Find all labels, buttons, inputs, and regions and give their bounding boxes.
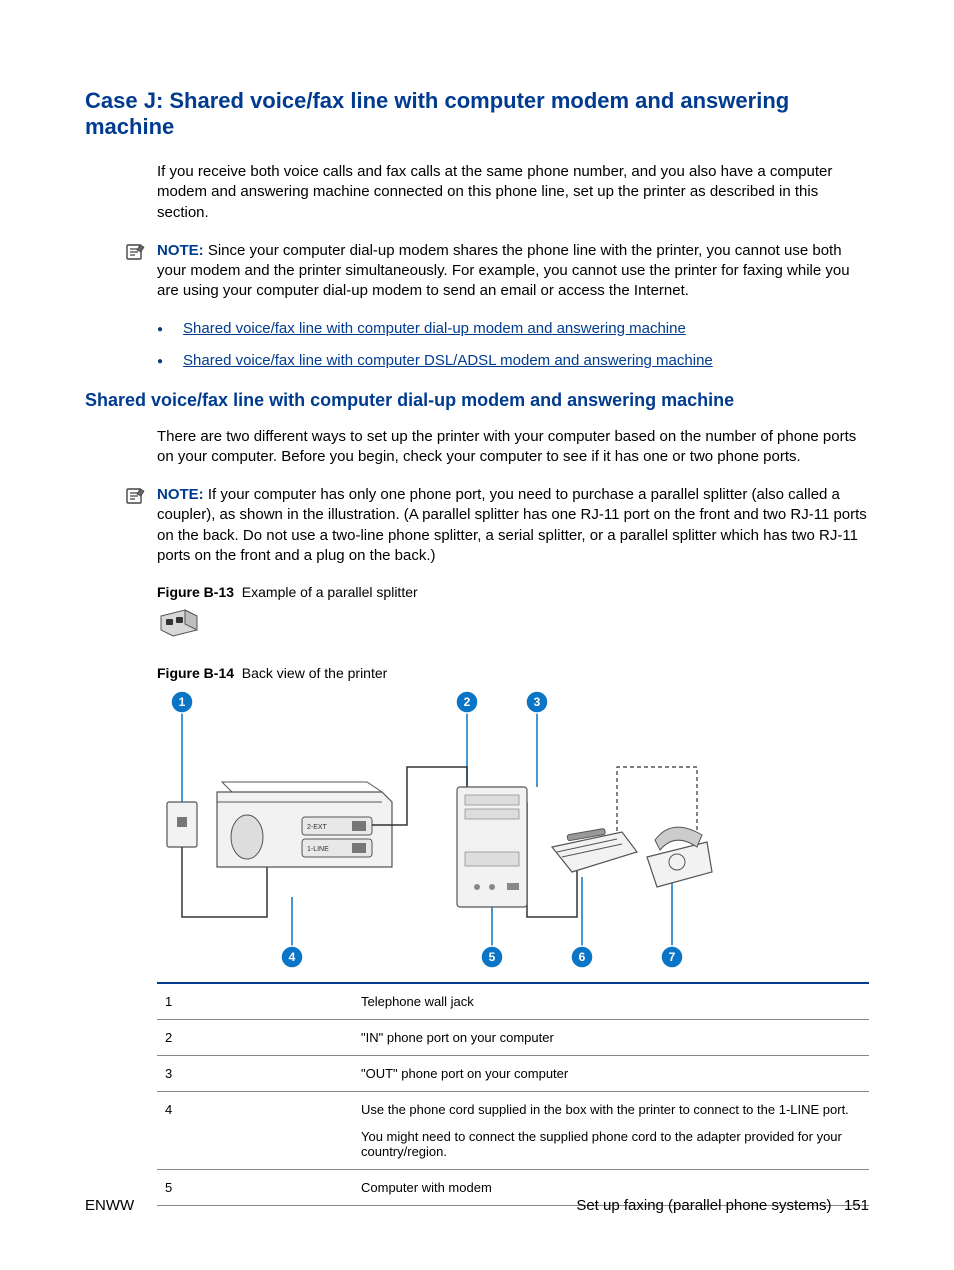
footer-left: ENWW [85,1197,134,1214]
callout-5: 5 [481,946,503,968]
legend-desc: Telephone wall jack [353,983,869,1020]
callout-2: 2 [456,691,478,713]
legend-desc: Use the phone cord supplied in the box w… [353,1092,869,1170]
callout-3: 3 [526,691,548,713]
callout-6: 6 [571,946,593,968]
note-label: NOTE: [157,486,204,503]
legend-num: 4 [157,1092,353,1170]
legend-num: 3 [157,1056,353,1092]
note-icon [125,485,149,566]
note-text: If your computer has only one phone port… [157,486,867,564]
printer-back-diagram: 2-EXT 1-LINE [157,687,869,982]
legend-table: 1 Telephone wall jack 2 "IN" phone port … [157,982,869,1206]
figure-label: Figure B-14 [157,665,234,681]
svg-text:5: 5 [489,950,496,964]
figure-text: Example of a parallel splitter [242,584,418,600]
legend-num: 2 [157,1020,353,1056]
figure-13-caption: Figure B-13 Example of a parallel splitt… [157,584,869,600]
footer-right: Set up faxing (parallel phone systems) 1… [576,1197,869,1214]
page-title: Case J: Shared voice/fax line with compu… [85,88,869,140]
page-footer: ENWW Set up faxing (parallel phone syste… [85,1197,869,1214]
link-dsl[interactable]: Shared voice/fax line with computer DSL/… [183,352,713,369]
link-list: Shared voice/fax line with computer dial… [85,320,869,372]
svg-text:2-EXT: 2-EXT [307,824,328,831]
table-row: 4 Use the phone cord supplied in the box… [157,1092,869,1170]
note-icon [125,241,149,302]
svg-text:7: 7 [669,950,676,964]
legend-desc: "OUT" phone port on your computer [353,1056,869,1092]
svg-text:1: 1 [179,695,186,709]
figure-label: Figure B-13 [157,584,234,600]
svg-text:1-LINE: 1-LINE [307,846,329,853]
figure-14-caption: Figure B-14 Back view of the printer [157,665,869,681]
callout-4: 4 [281,946,303,968]
list-item: Shared voice/fax line with computer dial… [157,320,869,340]
svg-text:2: 2 [464,695,471,709]
note-label: NOTE: [157,242,204,259]
table-row: 1 Telephone wall jack [157,983,869,1020]
intro-paragraph: If you receive both voice calls and fax … [85,162,869,223]
callout-1: 1 [171,691,193,713]
callout-7: 7 [661,946,683,968]
link-dialup[interactable]: Shared voice/fax line with computer dial… [183,320,686,337]
note-text: Since your computer dial-up modem shares… [157,242,850,300]
table-row: 3 "OUT" phone port on your computer [157,1056,869,1092]
list-item: Shared voice/fax line with computer DSL/… [157,352,869,372]
sub-intro-paragraph: There are two different ways to set up t… [85,427,869,468]
legend-desc: "IN" phone port on your computer [353,1020,869,1056]
figure-text: Back view of the printer [242,665,388,681]
table-row: 2 "IN" phone port on your computer [157,1020,869,1056]
note-block-2: NOTE: If your computer has only one phon… [85,485,869,566]
svg-text:6: 6 [579,950,586,964]
subheading: Shared voice/fax line with computer dial… [85,390,869,411]
svg-text:3: 3 [534,695,541,709]
legend-num: 1 [157,983,353,1020]
note-block-1: NOTE: Since your computer dial-up modem … [85,241,869,302]
parallel-splitter-image [157,606,869,645]
svg-text:4: 4 [289,950,296,964]
